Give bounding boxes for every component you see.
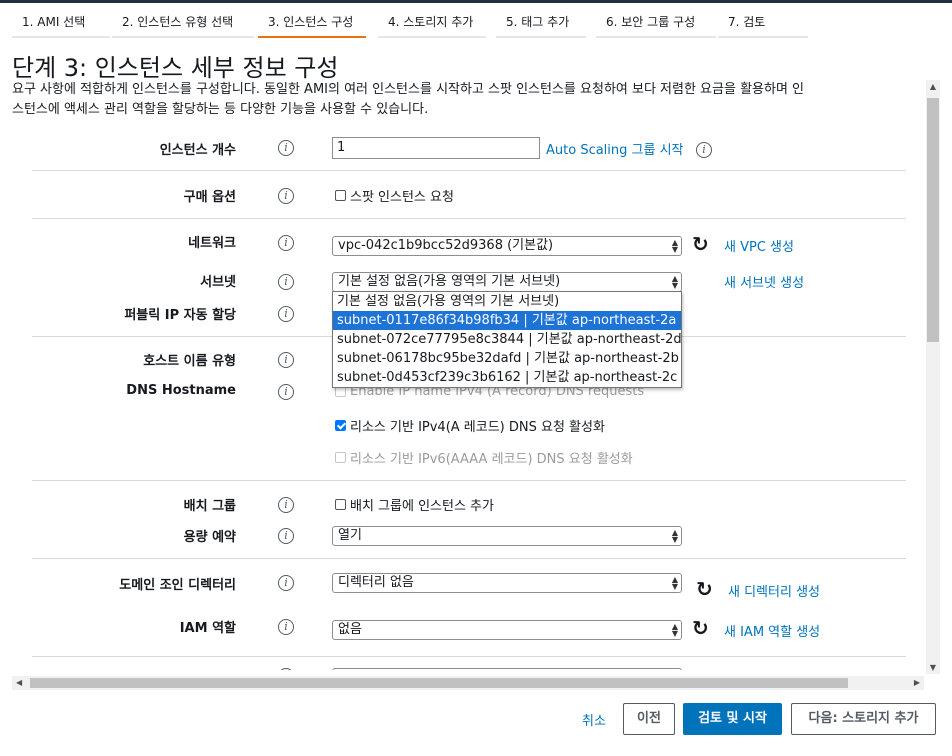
tab-ami[interactable]: 1. AMI 선택 [12, 8, 110, 38]
previous-button[interactable]: 이전 [623, 703, 675, 735]
subnet-option[interactable]: 기본 설정 없음(가용 영역의 기본 서브넷) [333, 292, 681, 311]
subnet-option[interactable]: subnet-072ce77795e8c3844 | 기본값 ap-northe… [333, 330, 682, 349]
subnet-select-value: 기본 설정 없음(가용 영역의 기본 서브넷) [338, 274, 561, 289]
tab-instance-type[interactable]: 2. 인스턴스 유형 선택 [112, 8, 254, 38]
checkbox-box[interactable] [335, 452, 346, 463]
spot-instance-label: 스팟 인스턴스 요청 [350, 190, 454, 205]
description-line-2: 스턴스에 액세스 관리 역할을 할당하는 등 다양한 기능을 사용할 수 있습니… [12, 102, 429, 117]
divider [32, 218, 906, 219]
select-arrows-icon: ▲ ▼ [671, 528, 678, 544]
subnet-option[interactable]: subnet-06178bc95be32dafd | 기본값 ap-northe… [333, 349, 681, 368]
tab-security-group[interactable]: 6. 보안 그룹 구성 [596, 8, 716, 38]
resource-ipv6-label: 리소스 기반 IPv6(AAAA 레코드) DNS 요청 활성화 [350, 452, 633, 467]
capacity-reservation-label: 용량 예약 [183, 530, 236, 545]
resource-ipv6-checkbox[interactable]: 리소스 기반 IPv6(AAAA 레코드) DNS 요청 활성화 [335, 448, 633, 467]
info-icon[interactable]: i [278, 575, 294, 591]
divider [32, 656, 906, 657]
info-icon[interactable]: i [278, 188, 294, 204]
cancel-link[interactable]: 취소 [582, 710, 606, 729]
network-select-value: vpc-042c1b9bcc52d9368 (기본값) [338, 238, 554, 253]
iam-role-value: 없음 [338, 622, 362, 637]
instance-count-input[interactable]: 1 [332, 137, 540, 159]
page-title: 단계 3: 인스턴스 세부 정보 구성 [12, 54, 339, 82]
scroll-up-icon[interactable]: ▲ [926, 82, 940, 91]
network-select[interactable]: vpc-042c1b9bcc52d9368 (기본값) ▲ ▼ [332, 236, 682, 256]
info-icon[interactable]: i [278, 528, 294, 544]
create-directory-link[interactable]: 새 디렉터리 생성 [728, 581, 820, 600]
checkbox-box[interactable] [335, 190, 346, 201]
spot-instance-checkbox[interactable]: 스팟 인스턴스 요청 [335, 186, 454, 205]
tab-configure-instance[interactable]: 3. 인스턴스 구성 [258, 8, 366, 38]
refresh-icon[interactable]: ↻ [696, 579, 716, 599]
review-and-launch-button[interactable]: 검토 및 시작 [683, 703, 782, 735]
refresh-icon[interactable]: ↻ [692, 618, 712, 638]
domain-directory-label: 도메인 조인 디렉터리 [119, 578, 236, 593]
info-icon[interactable]: i [278, 140, 294, 156]
divider [32, 170, 906, 171]
resource-ipv4-label: 리소스 기반 IPv4(A 레코드) DNS 요청 활성화 [350, 420, 605, 435]
tab-add-storage[interactable]: 4. 스토리지 추가 [378, 8, 486, 38]
scroll-left-icon[interactable]: ◀ [16, 676, 22, 690]
form-scroll-area[interactable]: 인스턴스 개수 i 1 Auto Scaling 그룹 시작 i 구매 옵션 i… [12, 124, 924, 670]
placement-group-checkbox-label: 배치 그룹에 인스턴스 추가 [350, 499, 494, 514]
public-ip-label: 퍼블릭 IP 자동 할당 [124, 308, 236, 323]
checkbox-box[interactable] [335, 499, 346, 510]
select-arrows-icon: ▲ ▼ [671, 622, 678, 638]
info-icon[interactable]: i [278, 668, 294, 670]
vertical-scroll-thumb[interactable] [927, 98, 939, 342]
create-subnet-link[interactable]: 새 서브넷 생성 [724, 272, 804, 291]
page-description: 요구 사항에 적합하게 인스턴스를 구성합니다. 동일한 AMI의 여러 인스턴… [12, 80, 924, 120]
partial-select[interactable]: ▲▼ [332, 668, 682, 670]
info-icon[interactable]: i [696, 142, 712, 158]
auto-scaling-link[interactable]: Auto Scaling 그룹 시작 [546, 139, 684, 158]
hostname-type-label: 호스트 이름 유형 [143, 354, 236, 369]
resource-ipv4-checkbox[interactable]: 리소스 기반 IPv4(A 레코드) DNS 요청 활성화 [335, 416, 605, 435]
dns-hostname-label: DNS Hostname [126, 383, 236, 398]
subnet-dropdown-list[interactable]: 기본 설정 없음(가용 영역의 기본 서브넷) subnet-0117e86f3… [332, 291, 682, 388]
info-icon[interactable]: i [278, 235, 294, 251]
description-line-1: 요구 사항에 적합하게 인스턴스를 구성합니다. 동일한 AMI의 여러 인스턴… [12, 82, 805, 97]
scroll-right-icon[interactable]: ▶ [914, 676, 920, 690]
domain-directory-value: 디렉터리 없음 [338, 575, 414, 590]
placement-group-label: 배치 그룹 [183, 499, 236, 514]
capacity-reservation-value: 열기 [338, 528, 362, 543]
info-icon[interactable]: i [278, 619, 294, 635]
subnet-label: 서브넷 [200, 275, 236, 290]
domain-directory-select[interactable]: 디렉터리 없음 ▲ ▼ [332, 573, 682, 593]
create-vpc-link[interactable]: 새 VPC 생성 [724, 236, 794, 255]
select-arrows-icon: ▲ ▼ [671, 238, 678, 254]
vertical-scrollbar[interactable]: ▲ ▼ [926, 80, 940, 674]
divider [32, 558, 906, 559]
select-arrows-icon: ▲ ▼ [671, 274, 678, 290]
info-icon[interactable]: i [278, 352, 294, 368]
iam-role-select[interactable]: 없음 ▲ ▼ [332, 620, 682, 640]
subnet-option-highlighted[interactable]: subnet-0117e86f34b98fb34 | 기본값 ap-northe… [333, 311, 681, 330]
subnet-option[interactable]: subnet-0d453cf239c3b6162 | 기본값 ap-northe… [333, 368, 681, 387]
horizontal-scroll-thumb[interactable] [30, 678, 848, 688]
iam-role-label: IAM 역할 [179, 621, 236, 636]
info-icon[interactable]: i [278, 274, 294, 290]
scroll-down-icon[interactable]: ▼ [926, 663, 940, 672]
instance-count-label: 인스턴스 개수 [159, 143, 236, 158]
info-icon[interactable]: i [278, 306, 294, 322]
top-bar [0, 0, 952, 3]
capacity-reservation-select[interactable]: 열기 ▲ ▼ [332, 526, 682, 546]
placement-group-checkbox[interactable]: 배치 그룹에 인스턴스 추가 [335, 495, 494, 514]
create-iam-role-link[interactable]: 새 IAM 역할 생성 [724, 621, 820, 640]
divider [32, 480, 906, 481]
refresh-icon[interactable]: ↻ [692, 234, 712, 254]
checkbox-box[interactable] [335, 420, 346, 431]
purchase-option-label: 구매 옵션 [183, 190, 236, 205]
info-icon[interactable]: i [278, 384, 294, 400]
tab-review[interactable]: 7. 검토 [718, 8, 808, 38]
select-arrows-icon: ▲ ▼ [671, 575, 678, 591]
network-label: 네트워크 [188, 236, 236, 251]
info-icon[interactable]: i [278, 497, 294, 513]
next-add-storage-button[interactable]: 다음: 스토리지 추가 [791, 703, 936, 735]
subnet-select[interactable]: 기본 설정 없음(가용 영역의 기본 서브넷) ▲ ▼ [332, 272, 682, 292]
tab-add-tags[interactable]: 5. 태그 추가 [496, 8, 586, 38]
horizontal-scrollbar[interactable]: ◀ ▶ [12, 676, 924, 690]
